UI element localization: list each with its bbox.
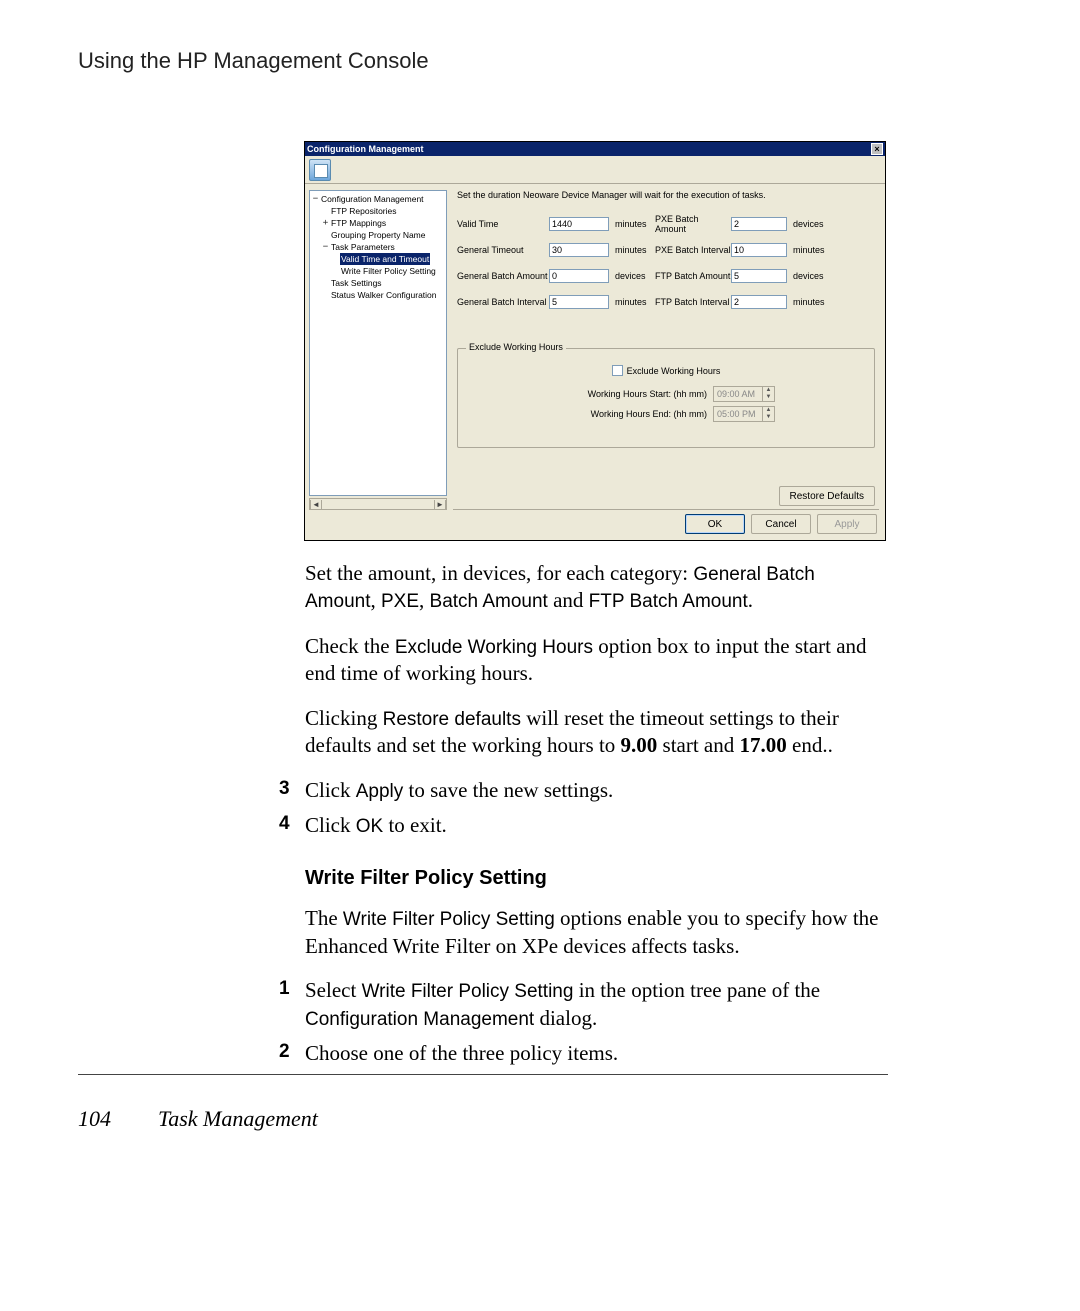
pane-description: Set the duration Neoware Device Manager … [457,190,879,200]
unit-general-timeout: minutes [609,245,649,255]
spinner-wh-end[interactable]: 05:00 PM ▲▼ [713,406,775,422]
tree-valid-time[interactable]: Valid Time and Timeout [340,253,430,265]
label-wh-end: Working Hours End: (hh mm) [557,409,707,419]
input-general-timeout[interactable]: 30 [549,243,609,257]
page-header: Using the HP Management Console [78,48,429,74]
unit-general-batch-amount: devices [609,271,649,281]
cancel-button[interactable]: Cancel [751,514,811,534]
input-pxe-batch-interval[interactable]: 10 [731,243,787,257]
value-wh-end: 05:00 PM [714,409,762,419]
footer-rule [78,1074,888,1075]
tree-write-filter[interactable]: Write Filter Policy Setting [340,265,437,277]
group-legend: Exclude Working Hours [466,342,566,352]
unit-pxe-batch-amount: devices [787,219,829,229]
label-valid-time: Valid Time [457,219,549,229]
titlebar: Configuration Management × [305,142,885,156]
config-mgmt-dialog: Configuration Management × −Configuratio… [304,141,886,541]
spin-up-icon[interactable]: ▲ [763,407,774,414]
tree-ftp-mappings[interactable]: FTP Mappings [330,217,387,229]
input-ftp-batch-interval[interactable]: 2 [731,295,787,309]
exclude-wh-checkbox[interactable]: Exclude Working Hours [466,365,866,376]
separator [453,509,879,510]
checkbox-icon[interactable] [612,365,623,376]
tree-h-scrollbar[interactable]: ◄ ► [309,498,447,510]
label-pxe-batch-interval: PXE Batch Interval [649,245,731,255]
label-pxe-batch-amount: PXE Batch Amount [649,214,731,234]
label-general-timeout: General Timeout [457,245,549,255]
tree-status-walker[interactable]: Status Walker Configuration [330,289,438,301]
close-icon[interactable]: × [871,143,883,155]
body-text: Set the amount, in devices, for each cat… [305,560,885,1085]
value-wh-start: 09:00 AM [714,389,762,399]
unit-ftp-batch-amount: devices [787,271,829,281]
label-ftp-batch-interval: FTP Batch Interval [649,297,731,307]
option-tree[interactable]: −Configuration Management FTP Repositori… [309,190,447,496]
scroll-right-icon[interactable]: ► [434,500,446,509]
input-pxe-batch-amount[interactable]: 2 [731,217,787,231]
unit-ftp-batch-interval: minutes [787,297,829,307]
unit-pxe-batch-interval: minutes [787,245,829,255]
label-ftp-batch-amount: FTP Batch Amount [649,271,731,281]
apply-button[interactable]: Apply [817,514,877,534]
label-general-batch-amount: General Batch Amount [457,271,549,281]
scroll-left-icon[interactable]: ◄ [310,500,322,509]
input-valid-time[interactable]: 1440 [549,217,609,231]
toolbar [305,156,885,184]
label-wh-start: Working Hours Start: (hh mm) [557,389,707,399]
input-general-batch-interval[interactable]: 5 [549,295,609,309]
tree-task-settings[interactable]: Task Settings [330,277,383,289]
chapter-title: Task Management [158,1106,318,1132]
spin-down-icon[interactable]: ▼ [763,394,774,401]
restore-defaults-button[interactable]: Restore Defaults [779,486,875,506]
page-number: 104 [78,1106,111,1132]
section-heading: Write Filter Policy Setting [305,866,885,892]
spinner-wh-start[interactable]: 09:00 AM ▲▼ [713,386,775,402]
window-title: Configuration Management [307,144,424,154]
spin-down-icon[interactable]: ▼ [763,414,774,421]
ok-button[interactable]: OK [685,514,745,534]
unit-valid-time: minutes [609,219,649,229]
tree-ftp-repos[interactable]: FTP Repositories [330,205,398,217]
tree-grouping-prop[interactable]: Grouping Property Name [330,229,427,241]
input-ftp-batch-amount[interactable]: 5 [731,269,787,283]
unit-general-batch-interval: minutes [609,297,649,307]
checkbox-label: Exclude Working Hours [627,366,721,376]
label-general-batch-interval: General Batch Interval [457,297,549,307]
toolbar-icon[interactable] [309,159,331,181]
tree-root[interactable]: Configuration Management [320,193,425,205]
spin-up-icon[interactable]: ▲ [763,387,774,394]
tree-task-params[interactable]: Task Parameters [330,241,396,253]
input-general-batch-amount[interactable]: 0 [549,269,609,283]
